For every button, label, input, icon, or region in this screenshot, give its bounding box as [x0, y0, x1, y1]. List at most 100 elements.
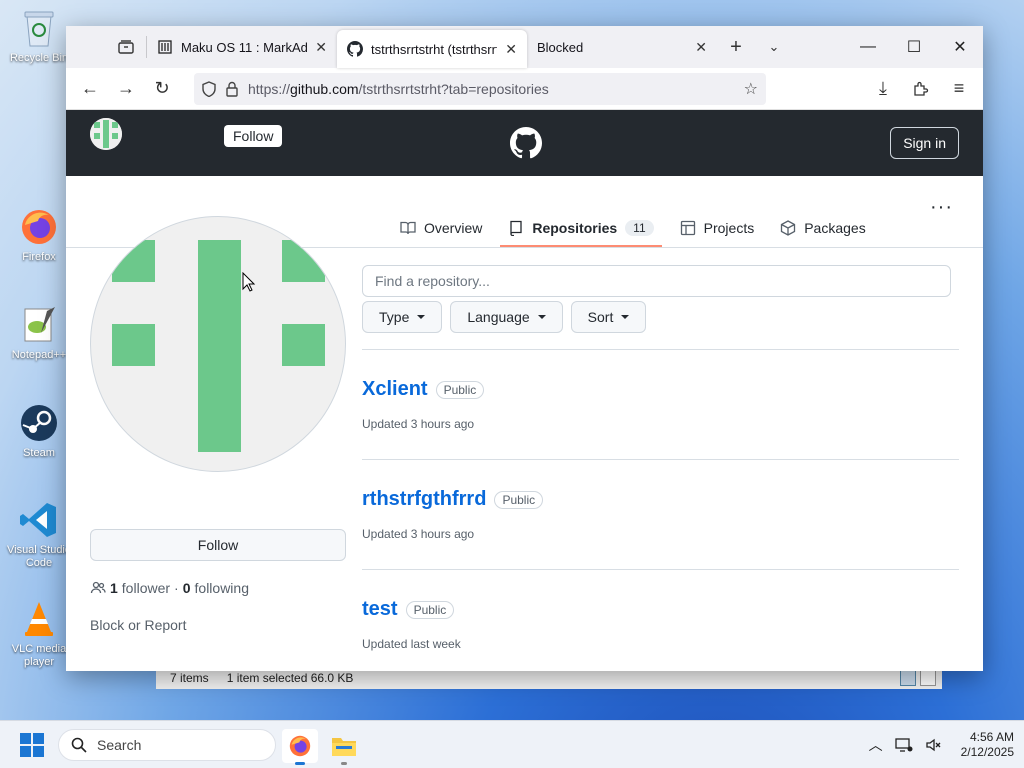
- caret-down-icon: [537, 315, 546, 319]
- window-controls: — ☐ ✕: [845, 26, 983, 68]
- profile-avatar[interactable]: [90, 216, 346, 472]
- taskbar-firefox[interactable]: [282, 729, 318, 765]
- back-button[interactable]: ←: [74, 73, 106, 105]
- start-button[interactable]: [20, 733, 44, 757]
- lock-icon[interactable]: [226, 81, 238, 97]
- time: 4:56 AM: [969, 730, 1014, 744]
- repository-name-link[interactable]: test: [362, 598, 398, 621]
- more-options-icon[interactable]: ···: [930, 196, 953, 219]
- desktop-icon-label: Notepad++: [11, 349, 67, 361]
- firefox-icon: [289, 735, 311, 757]
- address-bar[interactable]: https://github.com/tstrthsrrtstrht?tab=r…: [194, 72, 766, 105]
- type-filter-button[interactable]: Type: [362, 301, 443, 333]
- tab-close-icon[interactable]: ✕: [695, 39, 707, 56]
- maximize-icon: ☐: [906, 39, 922, 56]
- desktop-icon-label: VLC media player: [11, 643, 67, 668]
- updated-time: Updated last week: [362, 637, 461, 651]
- download-icon: ⤓: [879, 78, 887, 98]
- profile-tabs: Overview Repositories 11 Projects Packag…: [400, 212, 866, 247]
- filter-label: Language: [467, 309, 530, 325]
- list-all-tabs-button[interactable]: ⌄: [755, 26, 793, 68]
- desktop-icon-firefox[interactable]: Firefox: [4, 205, 74, 264]
- tab-repositories[interactable]: Repositories 11: [500, 212, 662, 247]
- desktop-icon-label: Visual Studio Code: [6, 544, 71, 569]
- user-avatar-small[interactable]: [90, 118, 122, 150]
- tab-title: Blocked: [537, 39, 584, 55]
- close-icon: ✕: [953, 39, 967, 56]
- extensions-button[interactable]: [905, 73, 937, 105]
- firefox-icon: [17, 205, 61, 249]
- vlc-icon: [17, 597, 61, 641]
- updated-time: Updated 3 hours ago: [362, 527, 475, 541]
- search-label: Search: [97, 737, 142, 753]
- explorer-selection-info: 1 item selected 66.0 KB: [226, 670, 354, 685]
- tab-projects[interactable]: Projects: [680, 212, 754, 244]
- desktop-icon-vlc[interactable]: VLC media player: [4, 597, 74, 669]
- tab-label: Repositories: [532, 220, 618, 236]
- clock[interactable]: 4:56 AM 2/12/2025: [961, 730, 1014, 760]
- network-icon[interactable]: [894, 737, 913, 753]
- language-filter-button[interactable]: Language: [450, 301, 563, 333]
- forward-button[interactable]: →: [110, 73, 142, 105]
- find-repository-input[interactable]: Find a repository...: [362, 265, 951, 297]
- followers-count[interactable]: 1: [110, 580, 118, 596]
- github-favicon-icon: [347, 41, 363, 57]
- tab-list-button[interactable]: [106, 26, 146, 68]
- browser-window: Maku OS 11 : MarkAdder ✕ tstrthsrrtstrht…: [66, 26, 983, 671]
- tab-bar: Maku OS 11 : MarkAdder ✕ tstrthsrrtstrht…: [66, 26, 983, 68]
- minimize-button[interactable]: —: [845, 26, 891, 68]
- following-label[interactable]: following: [195, 580, 249, 596]
- desktop-icon-notepad-plus-plus[interactable]: Notepad++: [4, 303, 74, 362]
- desktop-icon-steam[interactable]: Steam: [4, 401, 74, 460]
- sign-in-button[interactable]: Sign in: [890, 127, 959, 159]
- repository-item: rthstrfgthfrrd Public Updated 3 hours ag…: [362, 459, 959, 569]
- block-or-report-link[interactable]: Block or Report: [90, 617, 186, 633]
- followers-label[interactable]: follower: [122, 580, 170, 596]
- steam-icon: [17, 401, 61, 445]
- tab-close-icon[interactable]: ✕: [505, 41, 517, 58]
- tab-blocked[interactable]: Blocked ✕: [527, 26, 717, 68]
- tab-label: Packages: [804, 220, 866, 236]
- details-view-icon[interactable]: [900, 669, 916, 686]
- bookmark-star-icon[interactable]: ☆: [744, 79, 758, 99]
- header-follow-button[interactable]: Follow: [224, 125, 283, 147]
- package-icon: [781, 220, 796, 236]
- desktop-icon-label: Recycle Bin: [9, 52, 69, 64]
- taskbar: Search ︿ 4:56 AM 2/12/2025: [0, 720, 1024, 768]
- desktop-icon-vscode[interactable]: Visual Studio Code: [4, 498, 74, 570]
- repository-name-link[interactable]: Xclient: [362, 378, 428, 401]
- document-favicon-icon: [157, 39, 173, 55]
- tab-overview[interactable]: Overview: [400, 212, 482, 244]
- url-host: github.com: [290, 80, 359, 97]
- visibility-badge: Public: [435, 380, 485, 399]
- active-indicator: [295, 762, 305, 765]
- tab-github-profile[interactable]: tstrthsrrtstrht (tstrthsrrtstrht) ✕: [337, 30, 527, 68]
- new-tab-button[interactable]: +: [717, 26, 755, 68]
- repository-item: test Public Updated last week: [362, 569, 959, 671]
- sort-filter-button[interactable]: Sort: [570, 301, 647, 333]
- desktop-icon-recycle-bin[interactable]: Recycle Bin: [4, 6, 74, 65]
- follow-button[interactable]: Follow: [90, 529, 346, 561]
- repository-name-link[interactable]: rthstrfgthfrrd: [362, 488, 486, 511]
- tab-packages[interactable]: Packages: [780, 212, 866, 244]
- reload-button[interactable]: ↻: [146, 73, 178, 105]
- github-logo-icon[interactable]: [510, 127, 542, 159]
- filter-label: Type: [379, 309, 410, 325]
- volume-muted-icon[interactable]: [925, 737, 941, 753]
- filter-label: Sort: [587, 309, 614, 325]
- url-path: /tstrthsrrtstrht?tab=repositories: [358, 80, 549, 97]
- tab-close-icon[interactable]: ✕: [315, 39, 327, 56]
- shield-icon[interactable]: [202, 80, 216, 97]
- maximize-button[interactable]: ☐: [891, 26, 937, 68]
- downloads-button[interactable]: ⤓: [867, 73, 899, 105]
- notepad-plus-plus-icon: [17, 303, 61, 347]
- repository-list: Xclient Public Updated 3 hours ago rthst…: [362, 349, 959, 671]
- chevron-up-icon[interactable]: ︿: [869, 735, 883, 755]
- tab-maku-os[interactable]: Maku OS 11 : MarkAdder ✕: [147, 26, 337, 68]
- tiles-view-icon[interactable]: [920, 669, 936, 686]
- close-window-button[interactable]: ✕: [937, 26, 983, 68]
- menu-button[interactable]: ≡: [943, 73, 975, 105]
- taskbar-search[interactable]: Search: [58, 729, 276, 761]
- following-count[interactable]: 0: [183, 580, 191, 596]
- taskbar-file-explorer[interactable]: [326, 729, 362, 765]
